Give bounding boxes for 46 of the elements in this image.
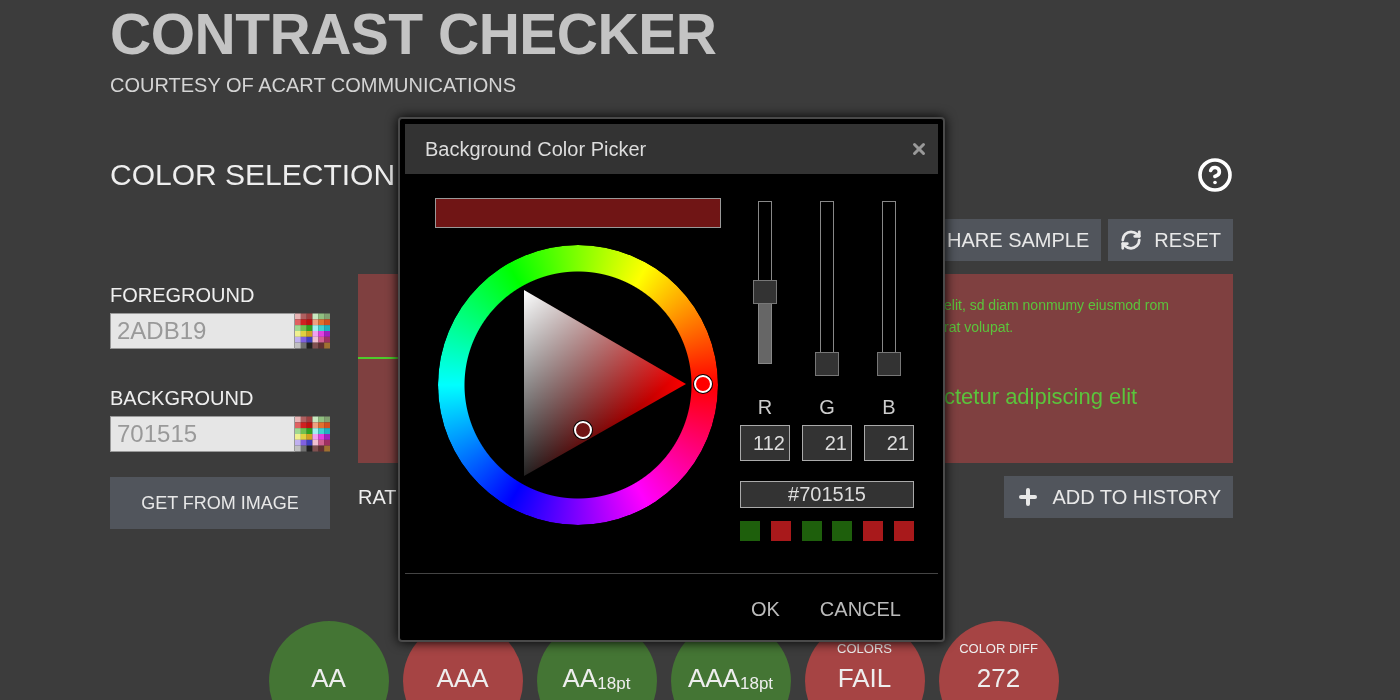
result-caption: COLORS	[837, 641, 892, 657]
help-icon[interactable]	[1197, 157, 1233, 193]
result-label: 272	[976, 663, 1021, 694]
color-swatch[interactable]	[863, 521, 884, 541]
hue-marker[interactable]	[694, 375, 712, 393]
result-caption: COLOR DIFF	[959, 641, 1038, 657]
color-swatch[interactable]	[801, 521, 822, 541]
result-label: AAA	[436, 663, 489, 694]
color-swatch[interactable]	[740, 521, 760, 541]
slider-thumb[interactable]	[815, 352, 839, 376]
add-to-history-button[interactable]: ADD TO HISTORY	[1004, 476, 1233, 518]
ratio-label: RAT	[358, 485, 397, 509]
palette-icon[interactable]	[295, 416, 330, 452]
refresh-icon	[1120, 229, 1143, 251]
ok-button[interactable]: OK	[738, 594, 792, 625]
slider-thumb[interactable]	[753, 280, 777, 305]
color-swatch[interactable]	[894, 521, 914, 541]
color-marker[interactable]	[574, 421, 592, 439]
sample-text: rat volupat.	[944, 318, 1015, 337]
channel-value-field[interactable]: 21	[802, 425, 852, 461]
channel-value-field[interactable]: 21	[864, 425, 914, 461]
result-label: AAA$_{18pt}$	[687, 663, 774, 694]
reset-button[interactable]: RESET	[1108, 219, 1233, 261]
section-title: COLOR SELECTION	[110, 158, 396, 192]
slider-thumb[interactable]	[877, 352, 901, 376]
result-label: AA	[311, 663, 346, 694]
channel-label: R	[757, 396, 773, 419]
color-swatch[interactable]	[832, 521, 853, 541]
page-title: CONTRAST CHECKER	[110, 1, 718, 66]
result-label: FAIL	[837, 663, 892, 694]
hex-field[interactable]: #701515	[740, 481, 914, 508]
channel-label: G	[819, 396, 835, 419]
cancel-button[interactable]: CANCEL	[807, 594, 913, 625]
get-from-image-button[interactable]: GET FROM IMAGE	[110, 477, 330, 529]
palette-icon[interactable]	[295, 313, 330, 349]
field-label: FOREGROUND	[110, 284, 256, 308]
result-label: AA$_{18pt}$	[562, 663, 631, 694]
dialog-title: Background Color Picker	[425, 137, 647, 161]
sample-text: ctetur adipiscing elit	[944, 383, 1139, 411]
sample-text: elit, sd diam nonmumy eiusmod rom	[944, 296, 1170, 315]
channel-value-field[interactable]: 112	[740, 425, 790, 461]
channel-label: B	[882, 396, 896, 419]
page-subtitle: COURTESY OF ACART COMMUNICATIONS	[110, 74, 517, 97]
close-icon[interactable]	[910, 140, 928, 158]
field-label: BACKGROUND	[110, 387, 255, 411]
color-swatch[interactable]	[770, 521, 791, 541]
